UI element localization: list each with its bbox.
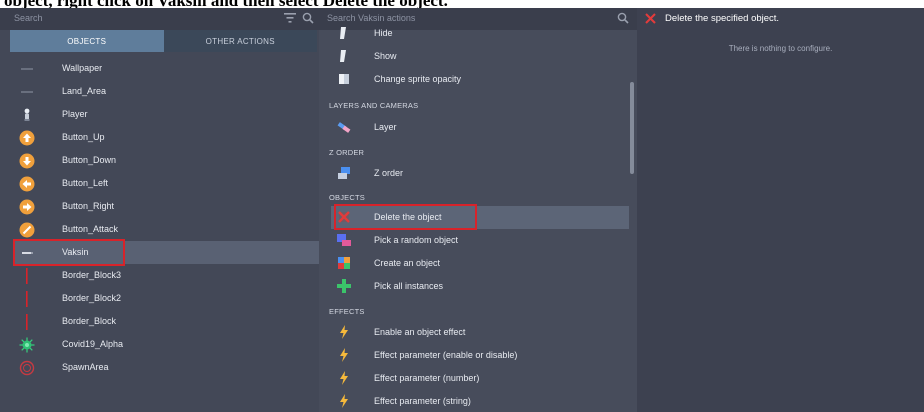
action-effect-parameter-string[interactable]: Effect parameter (string) [331,390,629,412]
action-details-panel: Delete the specified object. There is no… [637,8,924,412]
object-item-border-block[interactable]: Border_Block [13,310,319,333]
action-label: Pick a random object [374,235,459,245]
action-z-order[interactable]: Z order [331,162,629,185]
section-z-order: Z ORDER [329,148,365,157]
create-object-icon [338,257,350,269]
action-create-an-object[interactable]: Create an object [331,252,629,275]
action-label: Change sprite opacity [374,74,462,84]
action-show[interactable]: Show [331,45,629,68]
opacity-icon [339,74,349,84]
action-details-title: Delete the specified object. [665,13,780,24]
layer-icon [337,122,351,133]
object-label: Button_Right [62,201,115,211]
action-label: Create an object [374,258,441,268]
no-configuration-message: There is nothing to configure. [728,44,833,53]
line-icon [21,68,33,70]
object-item-button-up[interactable]: Button_Up [13,126,319,149]
player-icon [24,108,30,121]
z-order-icon [338,167,350,179]
object-item-button-right[interactable]: Button_Right [13,195,319,218]
object-search-bar[interactable]: Search [0,8,319,30]
action-change-sprite-opacity[interactable]: Change sprite opacity [331,68,629,91]
action-hide[interactable]: Hide [331,22,629,45]
lightning-icon [340,348,348,362]
delete-x-icon [645,13,656,24]
action-label: Enable an object effect [374,327,466,337]
panel-tabs: OBJECTS OTHER ACTIONS [10,30,317,52]
spawn-circle-icon [19,360,35,376]
object-label: Button_Attack [62,224,119,234]
eye-icon [340,50,346,62]
arrow-down-circle-icon [19,153,35,169]
action-pick-a-random-object[interactable]: Pick a random object [331,229,629,252]
object-label: Land_Area [62,86,107,96]
action-enable-an-object-effect[interactable]: Enable an object effect [331,321,629,344]
object-item-spawnarea[interactable]: SpawnArea [13,356,319,379]
lightning-icon [340,371,348,385]
line-icon [21,91,33,93]
action-effect-parameter-enable-or-disable[interactable]: Effect parameter (enable or disable) [331,344,629,367]
object-label: Player [62,109,88,119]
lightning-icon [340,394,348,408]
object-label: Border_Block3 [62,270,122,280]
object-label: Border_Block2 [62,293,122,303]
action-label: Pick all instances [374,281,444,291]
action-label: Show [374,51,397,61]
object-item-player[interactable]: Player [13,103,319,126]
object-label: Wallpaper [62,63,103,73]
sword-circle-icon [19,222,35,238]
action-label: Hide [374,28,393,38]
filter-icon[interactable] [284,13,296,23]
arrow-left-circle-icon [19,176,35,192]
object-label: SpawnArea [62,362,109,372]
object-item-button-attack[interactable]: Button_Attack [13,218,319,241]
action-effect-parameter-number[interactable]: Effect parameter (number) [331,367,629,390]
virus-icon [19,337,35,353]
tab-other-actions[interactable]: OTHER ACTIONS [163,30,317,52]
eye-icon [340,27,346,39]
object-label: Button_Up [62,132,105,142]
object-item-border-block2[interactable]: Border_Block2 [13,287,319,310]
action-pick-all-instances[interactable]: Pick all instances [331,275,629,298]
actions-scrollbar[interactable] [630,82,634,174]
object-label: Button_Left [62,178,109,188]
object-label: Button_Down [62,155,117,165]
editor-window: Search OBJECTS OTHER ACTIONS Wallpaper L… [0,8,924,412]
pick-random-icon [337,234,351,246]
action-label: Effect parameter (enable or disable) [374,350,518,360]
object-label: Covid19_Alpha [62,339,124,349]
object-item-border-block3[interactable]: Border_Block3 [13,264,319,287]
red-bar-icon [26,291,28,307]
top-caption: object, right click on Vaksin and then s… [4,0,448,8]
pick-all-icon [337,279,351,293]
object-item-button-down[interactable]: Button_Down [13,149,319,172]
tab-objects[interactable]: OBJECTS [10,30,164,52]
highlight-box-delete-object [334,204,477,230]
section-layers-and-cameras: LAYERS AND CAMERAS [329,101,419,110]
action-label: Z order [374,168,404,178]
arrow-right-circle-icon [19,199,35,215]
object-item-covid19-alpha[interactable]: Covid19_Alpha [13,333,319,356]
objects-panel: Search OBJECTS OTHER ACTIONS Wallpaper L… [0,8,319,412]
top-caption-strip: object, right click on Vaksin and then s… [0,0,924,8]
section-effects: EFFECTS [329,307,365,316]
action-layer[interactable]: Layer [331,116,629,139]
object-label: Border_Block [62,316,117,326]
action-label: Layer [374,122,397,132]
section-objects: OBJECTS [329,193,365,202]
actions-panel: Search Vaksin actions Hide Show Change s… [319,8,637,412]
lightning-icon [340,325,348,339]
red-bar-icon [26,314,28,330]
action-label: Effect parameter (number) [374,373,480,383]
action-label: Effect parameter (string) [374,396,471,406]
arrow-up-circle-icon [19,130,35,146]
object-item-wallpaper[interactable]: Wallpaper [13,57,319,80]
object-item-button-left[interactable]: Button_Left [13,172,319,195]
red-bar-icon [26,268,28,284]
highlight-box-vaksin [13,239,125,266]
object-search-input[interactable]: Search [14,13,43,23]
object-item-land-area[interactable]: Land_Area [13,80,319,103]
search-icon[interactable] [302,12,314,24]
